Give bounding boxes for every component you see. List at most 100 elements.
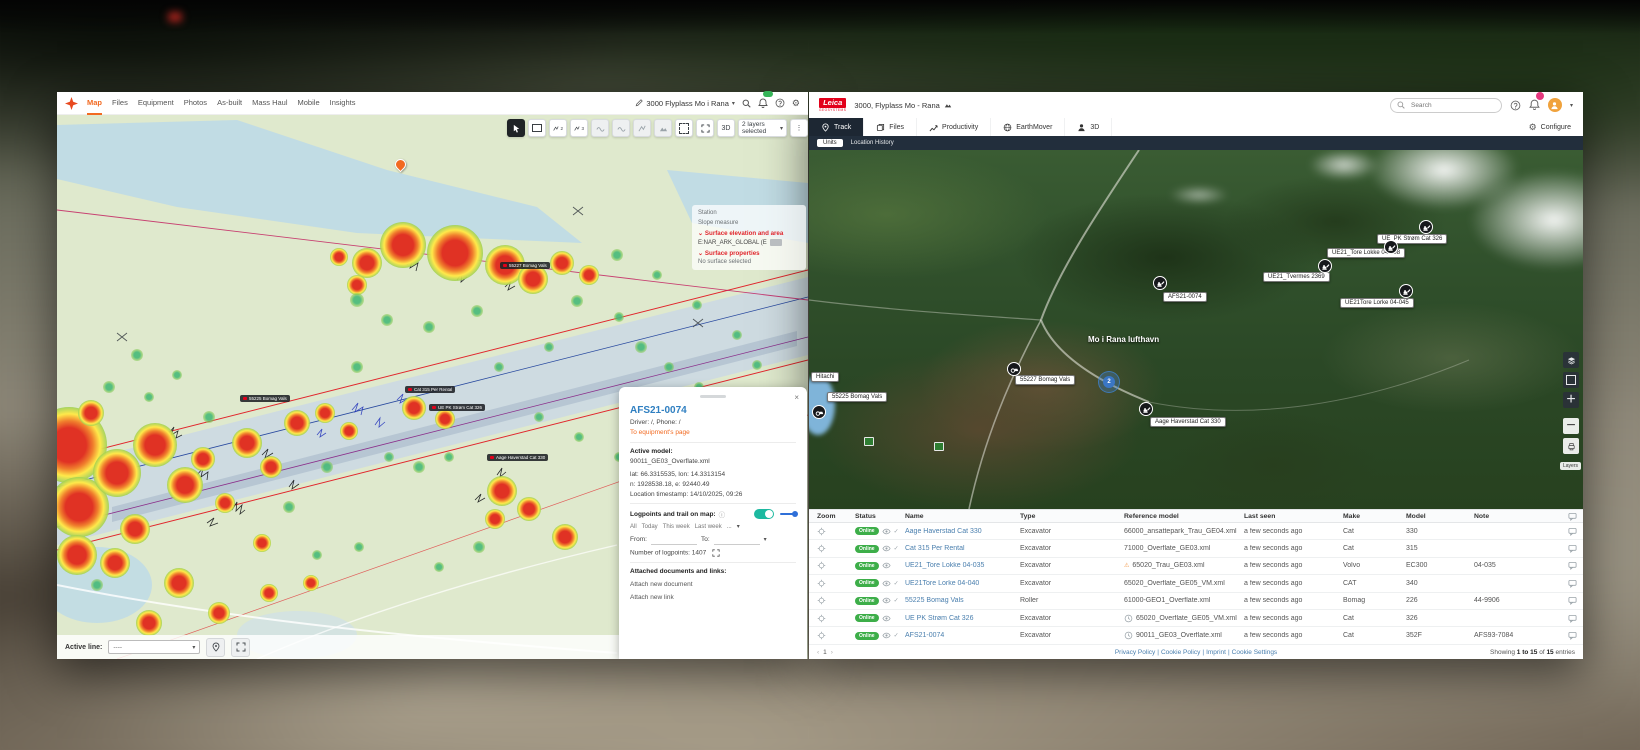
column-header-make[interactable]: Make — [1343, 513, 1406, 520]
excavator-marker-icon[interactable] — [1318, 259, 1332, 273]
project-selector[interactable]: 3000 Flyplass Mo i Rana ▾ — [635, 99, 735, 108]
tab-productivity[interactable]: Productivity — [917, 118, 991, 136]
avatar[interactable] — [1548, 98, 1562, 112]
column-header-status[interactable]: Status — [855, 513, 905, 520]
equipment-name-link[interactable]: 55225 Bomag Vals — [905, 597, 1020, 604]
roller-marker-icon[interactable] — [1007, 362, 1021, 376]
worksos-map[interactable]: 55227 Bomag ValsCat 315 Per RentalUE PK … — [57, 115, 808, 659]
more-menu-button[interactable]: ⋮ — [790, 119, 808, 137]
map-split-button[interactable] — [1563, 372, 1579, 388]
filter--[interactable]: ... — [727, 524, 732, 530]
layers-label[interactable]: Layers — [1560, 462, 1581, 470]
tab-map[interactable]: Map — [87, 91, 102, 115]
map-equipment-chip[interactable]: UE PK Strøm Cat 326 — [429, 404, 485, 411]
notifications-button[interactable] — [758, 94, 768, 112]
column-header-zoom[interactable]: Zoom — [817, 513, 855, 520]
column-header-model[interactable]: Model — [1406, 513, 1474, 520]
equipment-marker-label[interactable]: AFS21-0074 — [1163, 292, 1207, 302]
chat-button[interactable] — [1549, 614, 1577, 623]
station-row[interactable]: Station — [698, 210, 800, 216]
equipment-name-link[interactable]: UE21Tore Lorke 04-040 — [905, 580, 1020, 587]
equipment-marker-label[interactable]: Hitachi — [811, 372, 839, 382]
help-icon[interactable] — [775, 98, 785, 108]
map-equipment-chip[interactable]: 55227 Bomag Vals — [500, 262, 550, 269]
chat-button[interactable] — [1549, 596, 1577, 605]
filter-today[interactable]: Today — [642, 524, 658, 530]
search-box[interactable] — [1390, 98, 1502, 113]
equipment-marker-label[interactable]: UE21_Tvermes 2369 — [1263, 272, 1330, 282]
visibility-eye-icon[interactable] — [882, 561, 891, 570]
zoom-to-equipment-button[interactable] — [817, 596, 855, 605]
footer-link-cookie-policy[interactable]: Cookie Policy — [1161, 649, 1200, 656]
tab-as-built[interactable]: As-built — [217, 91, 242, 115]
surface-name[interactable]: E:NAR_ARK_GLOBAL (E — [698, 239, 800, 246]
table-row[interactable]: Online✓55225 Bomag ValsRoller61000-GEO1_… — [809, 593, 1583, 610]
fit-view-button[interactable] — [696, 119, 714, 137]
selection-box-button[interactable] — [675, 119, 693, 137]
configure-button[interactable]: ⚙Configure — [1529, 118, 1583, 136]
footer-link-privacy-policy[interactable]: Privacy Policy — [1115, 649, 1155, 656]
equipment-marker-label[interactable]: UE21Tore Lorke 04-045 — [1340, 298, 1414, 308]
search-icon[interactable] — [742, 99, 751, 108]
polyline3-tool-button[interactable]: 3 — [570, 119, 588, 137]
equipment-page-link[interactable]: To equipment's page — [630, 429, 796, 436]
table-row[interactable]: Online✓UE21Tore Lorke 04-040Excavator650… — [809, 575, 1583, 592]
excavator-marker-icon[interactable] — [1384, 240, 1398, 254]
column-header-type[interactable]: Type — [1020, 513, 1124, 520]
map-equipment-chip[interactable]: 55225 Bomag Vals — [240, 395, 290, 402]
column-header-last-seen[interactable]: Last seen — [1244, 513, 1343, 520]
visibility-eye-icon[interactable] — [882, 579, 891, 588]
column-header-reference-model[interactable]: Reference model — [1124, 513, 1244, 520]
drag-handle[interactable] — [700, 395, 726, 398]
surface-elevation-section[interactable]: ⌄ Surface elevation and area — [698, 230, 800, 237]
measure-tool-button[interactable] — [528, 119, 546, 137]
locate-button[interactable] — [206, 638, 225, 657]
to-date-input[interactable] — [714, 534, 760, 545]
excavator-marker-icon[interactable] — [1399, 284, 1413, 298]
active-line-select[interactable]: ----▾ — [108, 640, 200, 654]
table-row[interactable]: OnlineUE21_Tore Lokke 04-035Excavator⚠65… — [809, 558, 1583, 575]
excavator-marker-icon[interactable] — [1139, 402, 1153, 416]
notifications-button[interactable] — [1529, 96, 1540, 114]
select-tool-button[interactable] — [507, 119, 525, 137]
chat-button[interactable] — [1549, 527, 1577, 536]
date-picker-icon[interactable]: ▾ — [764, 536, 767, 543]
polyline2-tool-button[interactable]: 2 — [549, 119, 567, 137]
zoom-to-equipment-button[interactable] — [817, 579, 855, 588]
tab-photos[interactable]: Photos — [184, 91, 207, 115]
search-input[interactable] — [1409, 101, 1493, 110]
equipment-name-link[interactable]: AFS21-0074 — [905, 632, 1020, 639]
zoom-out-button[interactable]: − — [1563, 418, 1579, 434]
tab-earthmover[interactable]: EarthMover — [991, 118, 1065, 136]
satellite-map[interactable]: Mo i Rana lufthavn 2 AFS21-0074UE_PK Str… — [809, 150, 1583, 509]
table-row[interactable]: Online✓AFS21-0074Excavator90011_GE03_Ove… — [809, 627, 1583, 644]
equipment-name-link[interactable]: UE PK Strøm Cat 326 — [905, 615, 1020, 622]
layers-select[interactable]: 2 layers selected▾ — [738, 119, 787, 137]
filter-all[interactable]: All — [630, 524, 637, 530]
tab-mobile[interactable]: Mobile — [298, 91, 320, 115]
zoom-to-equipment-button[interactable] — [817, 614, 855, 623]
chat-button[interactable] — [1549, 631, 1577, 640]
footer-link-imprint[interactable]: Imprint — [1206, 649, 1226, 656]
logpoints-toggle[interactable] — [754, 509, 774, 519]
filter-this-week[interactable]: This week — [663, 524, 690, 530]
chat-button[interactable] — [1549, 544, 1577, 553]
info-icon[interactable]: ⓘ — [719, 509, 726, 519]
zoom-to-equipment-button[interactable] — [817, 631, 855, 640]
tab-insights[interactable]: Insights — [330, 91, 356, 115]
account-chevron-icon[interactable]: ▾ — [1570, 102, 1573, 109]
map-equipment-chip[interactable]: Aage Haverstad Cat 330 — [487, 454, 548, 461]
equipment-name-link[interactable]: Cat 315 Per Rental — [905, 545, 1020, 552]
visibility-eye-icon[interactable] — [882, 596, 891, 605]
3d-view-button[interactable]: 3D — [717, 119, 735, 137]
tab-track[interactable]: Track — [809, 118, 864, 136]
equipment-name-link[interactable]: UE21_Tore Lokke 04-035 — [905, 562, 1020, 569]
curve-tool-button[interactable] — [591, 119, 609, 137]
filter-last-week[interactable]: Last week — [695, 524, 722, 530]
from-date-input[interactable] — [651, 534, 697, 545]
surface-properties-section[interactable]: ⌄ Surface properties — [698, 250, 800, 257]
location-history-button[interactable]: Location History — [851, 140, 894, 146]
tab-files[interactable]: Files — [864, 118, 917, 136]
left-app-logo[interactable] — [65, 97, 78, 110]
equipment-name-link[interactable]: Aage Haverstad Cat 330 — [905, 528, 1020, 535]
